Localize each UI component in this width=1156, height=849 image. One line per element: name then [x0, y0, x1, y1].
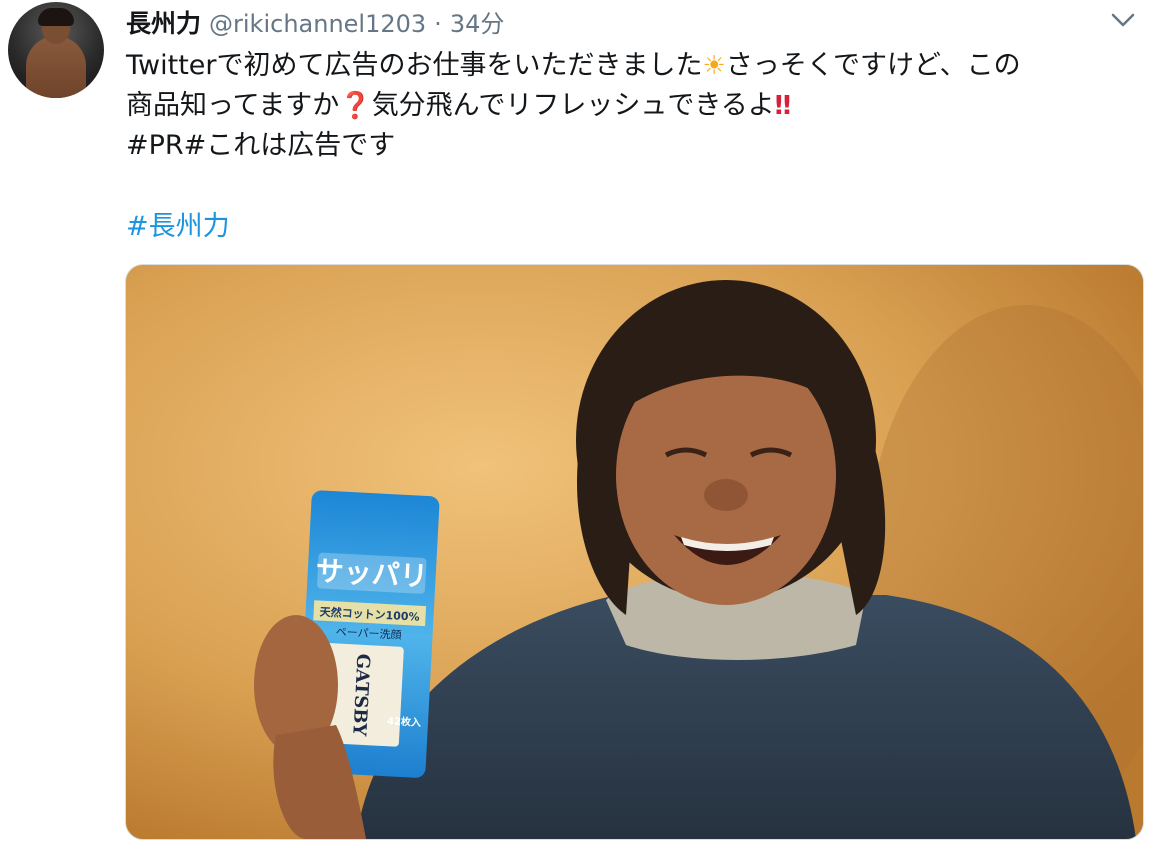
- tweet-text-segment: 気分飛んでリフレッシュできるよ: [371, 90, 775, 121]
- tweet-text-segment: Twitterで初めて広告のお仕事をいただきました: [126, 50, 703, 81]
- avatar-body: [26, 36, 86, 98]
- hashtag-link[interactable]: #長州力: [126, 204, 230, 243]
- product-brand: GATSBY: [348, 653, 373, 738]
- user-handle[interactable]: @rikichannel1203: [209, 10, 426, 38]
- double-exclamation-icon: ‼: [774, 91, 792, 121]
- timestamp[interactable]: 34分: [450, 4, 505, 39]
- tweet-text-segment: #PR#これは広告です: [126, 130, 396, 161]
- tweet-header: 長州力 @rikichannel1203 · 34分: [126, 4, 504, 40]
- avatar-hair: [38, 8, 74, 26]
- question-mark-icon: ❓: [339, 91, 372, 121]
- product-name: サッパリ: [315, 555, 428, 592]
- header-separator: ·: [434, 10, 442, 38]
- sun-icon: ☀: [702, 51, 726, 81]
- tweet-text: Twitterで初めて広告のお仕事をいただきました☀さっそくですけど、この 商品…: [126, 46, 1136, 166]
- chevron-down-icon[interactable]: [1110, 10, 1136, 30]
- tweet-line-3: #PR#これは広告です: [126, 126, 1136, 166]
- tweet-text-segment: 商品知ってますか: [126, 90, 340, 121]
- tweet-line-1: Twitterで初めて広告のお仕事をいただきました☀さっそくですけど、この: [126, 46, 1136, 86]
- tweet-line-2: 商品知ってますか❓気分飛んでリフレッシュできるよ‼: [126, 86, 1136, 126]
- avatar[interactable]: [8, 2, 104, 98]
- display-name[interactable]: 長州力: [126, 4, 201, 40]
- tweet-text-segment: さっそくですけど、この: [725, 50, 1021, 81]
- tweet-photo[interactable]: サッパリ 天然コットン100% ペーパー洗顔 GATSBY 42枚入: [125, 264, 1144, 840]
